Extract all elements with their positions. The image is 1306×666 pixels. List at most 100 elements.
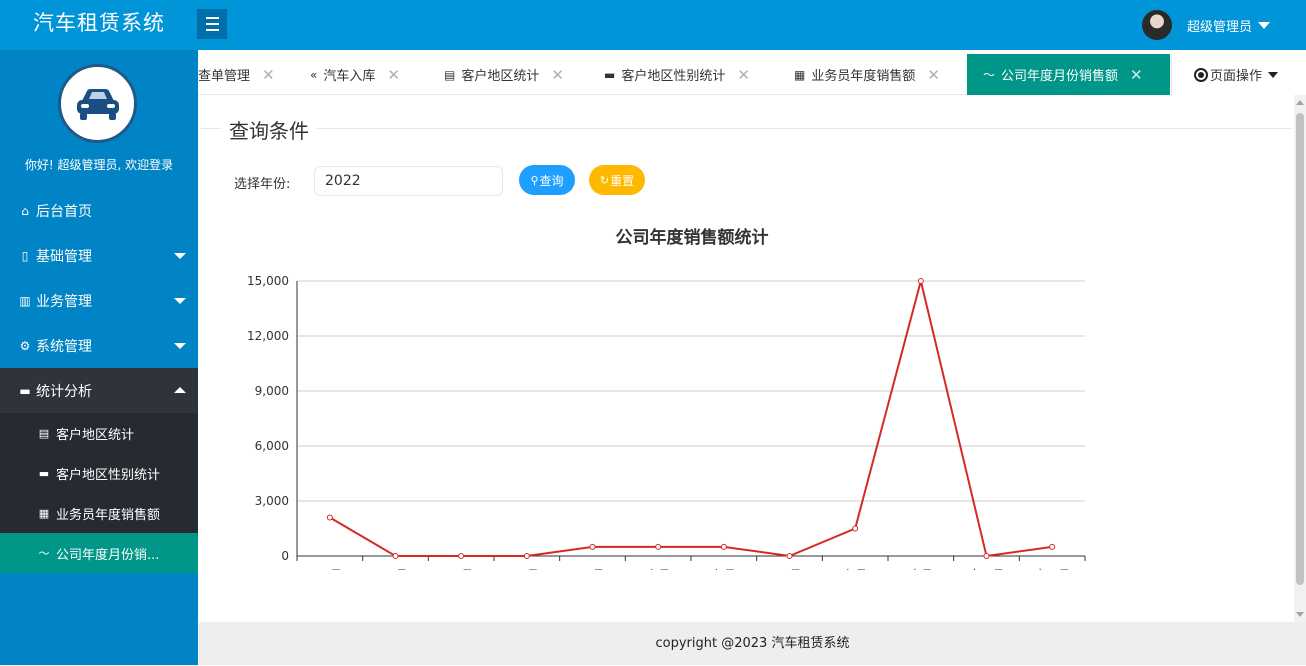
home-icon: ⌂ bbox=[21, 203, 29, 218]
pulse-icon: 〜 bbox=[38, 547, 50, 560]
clipboard-icon: ▤ bbox=[444, 67, 456, 82]
sidebar-item-label: 统计分析 bbox=[36, 383, 92, 400]
query-legend: 查询条件 bbox=[221, 115, 317, 144]
year-label: 选择年份: bbox=[234, 177, 291, 192]
x-tick-label: 七月 bbox=[712, 568, 736, 570]
close-icon[interactable]: ✕ bbox=[387, 66, 400, 84]
user-name: 超级管理员 bbox=[1186, 19, 1252, 35]
circle-dot-icon bbox=[1194, 67, 1208, 82]
x-tick-label: 九月 bbox=[843, 568, 867, 570]
x-tick-label: 五月 bbox=[580, 568, 604, 570]
sidebar-subitem-label: 公司年度月份销... bbox=[56, 547, 160, 563]
gear-icon: ⚙ bbox=[19, 338, 31, 353]
data-point bbox=[458, 553, 465, 559]
clipboard-icon: ▤ bbox=[38, 426, 50, 440]
tab-salesman-sales[interactable]: ▦ 业务员年度销售额 ✕ bbox=[794, 54, 940, 95]
sidebar-item-label: 业务管理 bbox=[36, 293, 92, 310]
sidebar-subitem-region-gender[interactable]: ▬ 客户地区性别统计 bbox=[0, 453, 198, 493]
sidebar: 你好! 超级管理员, 欢迎登录 ⌂ 后台首页 ▯ 基础管理 ▥ 业务管理 ⚙ 系… bbox=[0, 50, 198, 665]
tab-region-stats[interactable]: ▤ 客户地区统计 ✕ bbox=[444, 54, 564, 95]
x-tick-label: 十二月 bbox=[1034, 568, 1070, 570]
fieldset-divider bbox=[201, 128, 1291, 129]
data-point bbox=[983, 553, 990, 559]
tab-label: 业务员年度销售额 bbox=[811, 69, 916, 84]
search-button[interactable]: ⚲ 查询 bbox=[519, 165, 575, 195]
sidebar-item-business[interactable]: ▥ 业务管理 bbox=[0, 278, 198, 323]
menu-toggle-button[interactable] bbox=[197, 9, 227, 39]
y-tick-label: 15,000 bbox=[247, 274, 289, 288]
x-tick-label: 十一月 bbox=[968, 568, 1004, 570]
welcome-text: 你好! 超级管理员, 欢迎登录 bbox=[24, 158, 174, 172]
chart-icon: ▬ bbox=[19, 383, 31, 398]
tab-order-manage[interactable]: 查单管理 ✕ bbox=[198, 54, 275, 95]
file-icon: ▯ bbox=[21, 248, 29, 263]
page-op-label: 页面操作 bbox=[1210, 69, 1263, 84]
close-icon[interactable]: ✕ bbox=[262, 66, 275, 84]
x-tick-label: 八月 bbox=[777, 568, 801, 570]
search-button-label: 查询 bbox=[539, 173, 564, 188]
tab-region-gender-stats[interactable]: ▬ 客户地区性别统计 ✕ bbox=[604, 54, 750, 95]
refresh-icon: ↻ bbox=[599, 173, 610, 187]
chevron-down-icon bbox=[174, 253, 186, 259]
y-tick-label: 12,000 bbox=[247, 329, 289, 343]
tab-label: 查单管理 bbox=[198, 69, 251, 84]
year-input[interactable] bbox=[314, 166, 503, 196]
tab-bar: 查单管理 ✕ « 汽车入库 ✕ ▤ 客户地区统计 ✕ ▬ 客户地区性别统计 ✕ … bbox=[198, 54, 1306, 95]
y-tick-label: 3,000 bbox=[255, 494, 289, 508]
app-title: 汽车租赁系统 bbox=[33, 11, 165, 35]
footer: copyright @2023 汽车租赁系统 bbox=[199, 622, 1306, 665]
top-header: 汽车租赁系统 超级管理员 bbox=[0, 0, 1306, 50]
monitor-icon: ▬ bbox=[604, 67, 616, 82]
scrollbar-thumb[interactable] bbox=[1296, 113, 1304, 585]
sidebar-item-statistics[interactable]: ▬ 统计分析 bbox=[0, 368, 198, 413]
y-tick-label: 0 bbox=[281, 549, 289, 563]
tab-label: 汽车入库 bbox=[323, 69, 376, 84]
scroll-up-icon[interactable] bbox=[1296, 100, 1304, 105]
data-point bbox=[326, 514, 333, 521]
page-operations-menu[interactable]: 页面操作 bbox=[1171, 54, 1306, 95]
sidebar-item-system[interactable]: ⚙ 系统管理 bbox=[0, 323, 198, 368]
tab-company-monthly-sales[interactable]: 〜 公司年度月份销售额 ✕ bbox=[967, 54, 1170, 95]
sidebar-subitem-label: 客户地区性别统计 bbox=[56, 467, 161, 483]
reset-button[interactable]: ↻ 重置 bbox=[589, 165, 645, 195]
car-logo bbox=[58, 64, 137, 143]
car-icon bbox=[76, 88, 119, 120]
sidebar-subitem-label: 客户地区统计 bbox=[56, 427, 135, 443]
x-tick-label: 一月 bbox=[318, 568, 342, 570]
vertical-scrollbar[interactable] bbox=[1294, 95, 1306, 622]
tab-label: 公司年度月份销售额 bbox=[1001, 69, 1119, 84]
y-tick-label: 6,000 bbox=[255, 439, 289, 453]
reset-button-label: 重置 bbox=[610, 173, 635, 188]
data-point bbox=[852, 525, 859, 532]
close-icon[interactable]: ✕ bbox=[551, 66, 564, 84]
sidebar-item-label: 基础管理 bbox=[36, 248, 92, 265]
sidebar-subitem-company-monthly[interactable]: 〜 公司年度月份销... bbox=[0, 533, 198, 573]
sidebar-nav: ⌂ 后台首页 ▯ 基础管理 ▥ 业务管理 ⚙ 系统管理 ▬ 统计分析 ▤ 客户地… bbox=[0, 188, 198, 573]
x-tick-label: 三月 bbox=[449, 568, 473, 570]
user-menu[interactable]: 超级管理员 bbox=[1141, 10, 1270, 40]
hamburger-icon bbox=[205, 15, 219, 33]
monitor-icon: ▬ bbox=[38, 466, 50, 480]
sidebar-subitem-salesman[interactable]: ▦ 业务员年度销售额 bbox=[0, 493, 198, 533]
pulse-icon: 〜 bbox=[983, 68, 996, 82]
chevron-up-icon bbox=[174, 387, 186, 393]
caret-down-icon bbox=[1258, 21, 1270, 29]
close-icon[interactable]: ✕ bbox=[737, 66, 750, 84]
table-icon: ▦ bbox=[794, 67, 806, 82]
data-point bbox=[589, 543, 596, 550]
tab-car-storage[interactable]: « 汽车入库 ✕ bbox=[310, 54, 400, 95]
sales-line-chart: 公司年度销售额统计 0 3,000 6,000 9,000 12,000 15,000 一月 二… bbox=[247, 227, 1086, 570]
sidebar-item-label: 后台首页 bbox=[36, 203, 92, 220]
double-left-icon: « bbox=[310, 67, 318, 82]
close-icon[interactable]: ✕ bbox=[927, 66, 940, 84]
sidebar-item-basic[interactable]: ▯ 基础管理 bbox=[0, 233, 198, 278]
close-icon[interactable]: ✕ bbox=[1130, 66, 1143, 84]
scroll-down-icon[interactable] bbox=[1296, 612, 1304, 617]
y-tick-label: 9,000 bbox=[255, 384, 289, 398]
data-point bbox=[786, 553, 793, 559]
sidebar-subitem-region[interactable]: ▤ 客户地区统计 bbox=[0, 413, 198, 453]
data-point bbox=[523, 553, 530, 559]
series-line bbox=[329, 280, 1053, 558]
sidebar-item-home[interactable]: ⌂ 后台首页 bbox=[0, 188, 198, 233]
caret-down-icon bbox=[1268, 71, 1279, 78]
